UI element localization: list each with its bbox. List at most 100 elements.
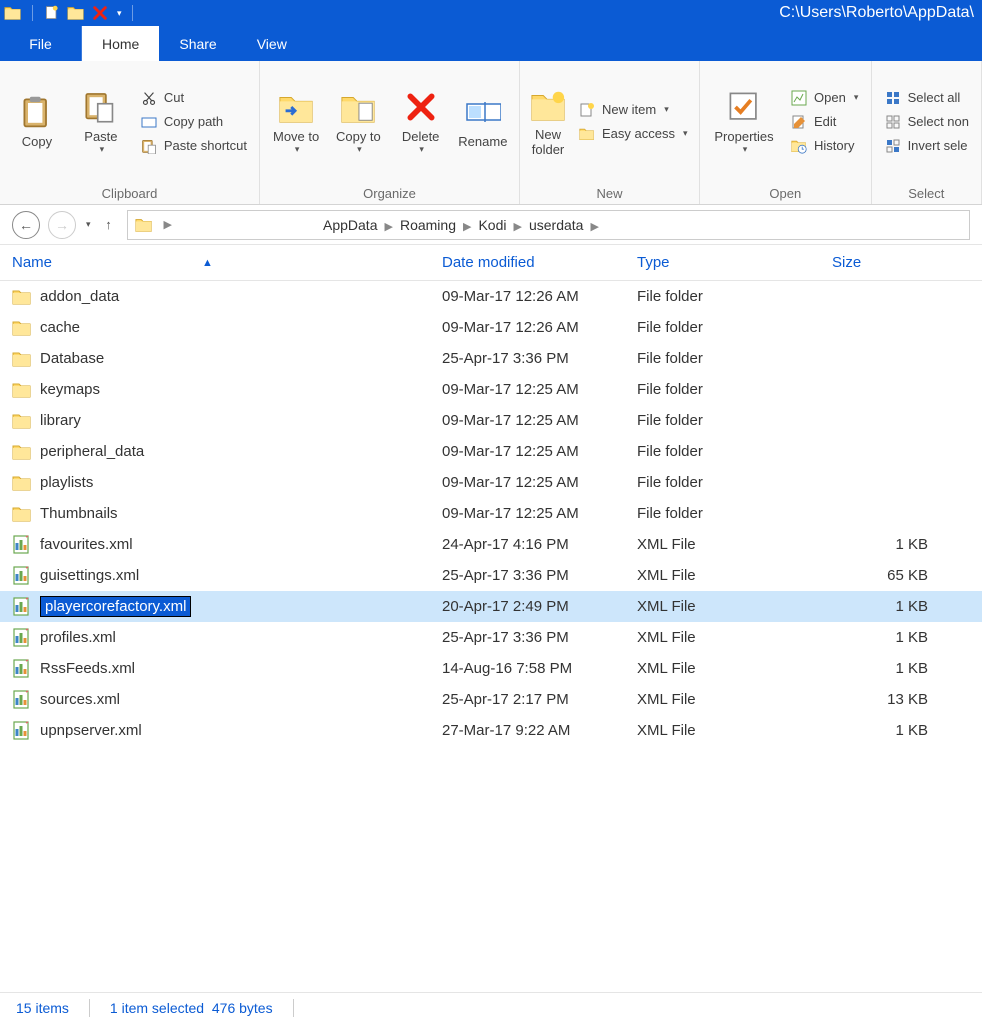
forward-button[interactable]: → — [48, 211, 76, 239]
file-row[interactable]: peripheral_data09-Mar-17 12:25 AMFile fo… — [0, 436, 982, 467]
file-type: File folder — [625, 288, 820, 305]
breadcrumb-roaming[interactable]: Roaming — [397, 217, 459, 233]
file-type: XML File — [625, 660, 820, 677]
file-name: profiles.xml — [40, 629, 116, 646]
edit-button[interactable]: Edit — [786, 111, 862, 133]
chevron-right-icon[interactable]: ▶ — [509, 221, 525, 233]
xml-file-icon — [12, 628, 32, 648]
address-bar[interactable]: ▶ AppData▶Roaming▶Kodi▶userdata▶ — [127, 210, 970, 240]
rename-icon — [465, 94, 501, 130]
file-name: library — [40, 412, 81, 429]
file-row[interactable]: RssFeeds.xml14-Aug-16 7:58 PMXML File1 K… — [0, 653, 982, 684]
easy-access-button[interactable]: Easy access▾ — [574, 123, 692, 145]
xml-file-icon — [12, 690, 32, 710]
back-button[interactable]: ← — [12, 211, 40, 239]
delete-button[interactable]: Delete▾ — [393, 85, 449, 159]
file-row[interactable]: sources.xml25-Apr-17 2:17 PMXML File13 K… — [0, 684, 982, 715]
history-dropdown-icon[interactable]: ▾ — [86, 219, 91, 230]
chevron-right-icon[interactable]: ▶ — [586, 221, 602, 233]
file-name: peripheral_data — [40, 443, 144, 460]
file-row[interactable]: upnpserver.xml27-Mar-17 9:22 AMXML File1… — [0, 715, 982, 746]
file-size: 1 KB — [820, 598, 940, 615]
qat-dropdown-icon[interactable]: ▾ — [117, 8, 122, 19]
column-header-name[interactable]: Name▲ — [0, 245, 430, 280]
copy-path-icon — [140, 113, 158, 131]
file-date: 09-Mar-17 12:25 AM — [430, 381, 625, 398]
file-row[interactable]: cache09-Mar-17 12:26 AMFile folder — [0, 312, 982, 343]
cut-button[interactable]: Cut — [136, 87, 251, 109]
folder-icon — [12, 380, 32, 400]
file-size: 1 KB — [820, 660, 940, 677]
new-item-button[interactable]: New item▾ — [574, 99, 692, 121]
paste-shortcut-icon — [140, 137, 158, 155]
file-type: XML File — [625, 722, 820, 739]
file-date: 27-Mar-17 9:22 AM — [430, 722, 625, 739]
history-button[interactable]: History — [786, 135, 862, 157]
breadcrumb-kodi[interactable]: Kodi — [475, 217, 509, 233]
open-button[interactable]: Open▾ — [786, 87, 862, 109]
file-type: XML File — [625, 629, 820, 646]
column-header-date[interactable]: Date modified — [430, 245, 625, 280]
rename-input[interactable]: playercorefactory.xml — [40, 596, 191, 617]
file-date: 09-Mar-17 12:25 AM — [430, 474, 625, 491]
tab-home[interactable]: Home — [82, 26, 159, 61]
open-icon — [790, 89, 808, 107]
xml-file-icon — [12, 721, 32, 741]
qat-folder-icon[interactable] — [4, 4, 22, 22]
copy-button[interactable]: Copy — [8, 90, 66, 153]
file-row[interactable]: playercorefactory.xml20-Apr-17 2:49 PMXM… — [0, 591, 982, 622]
file-size: 1 KB — [820, 629, 940, 646]
file-name: upnpserver.xml — [40, 722, 142, 739]
copy-label: Copy — [22, 134, 52, 149]
up-button[interactable]: ↑ — [99, 215, 119, 235]
tab-share[interactable]: Share — [159, 26, 236, 61]
window-title-path: C:\Users\Roberto\AppData\ — [137, 4, 978, 22]
file-row[interactable]: profiles.xml25-Apr-17 3:36 PMXML File1 K… — [0, 622, 982, 653]
paste-shortcut-button[interactable]: Paste shortcut — [136, 135, 251, 157]
ribbon-group-organize: Move to▾ Copy to▾ Delete▾ Rename Organiz… — [260, 61, 520, 204]
qat-folder2-icon[interactable] — [67, 4, 85, 22]
file-row[interactable]: library09-Mar-17 12:25 AMFile folder — [0, 405, 982, 436]
file-row[interactable]: addon_data09-Mar-17 12:26 AMFile folder — [0, 281, 982, 312]
delete-icon — [403, 89, 439, 125]
chevron-right-icon[interactable]: ▶ — [380, 221, 396, 233]
copy-path-button[interactable]: Copy path — [136, 111, 251, 133]
select-none-button[interactable]: Select non — [880, 111, 973, 133]
file-list[interactable]: addon_data09-Mar-17 12:26 AMFile folderc… — [0, 281, 982, 746]
paste-button[interactable]: Paste ▾ — [72, 85, 130, 159]
file-row[interactable]: favourites.xml24-Apr-17 4:16 PMXML File1… — [0, 529, 982, 560]
properties-button[interactable]: Properties▾ — [708, 85, 780, 159]
file-type: File folder — [625, 319, 820, 336]
chevron-right-icon[interactable]: ▶ — [160, 218, 176, 231]
properties-label: Properties — [714, 129, 773, 144]
rename-button[interactable]: Rename — [455, 90, 511, 153]
qat-delete-icon[interactable] — [91, 4, 109, 22]
file-date: 25-Apr-17 3:36 PM — [430, 350, 625, 367]
copy-to-button[interactable]: Copy to▾ — [330, 85, 386, 159]
tab-file[interactable]: File — [0, 26, 82, 61]
new-folder-button[interactable]: New folder — [528, 83, 568, 161]
ribbon: Copy Paste ▾ Cut Copy path Paste shortcu… — [0, 61, 982, 205]
qat-newfile-icon[interactable] — [43, 4, 61, 22]
column-header-size[interactable]: Size — [820, 245, 940, 280]
column-header-type[interactable]: Type — [625, 245, 820, 280]
move-to-button[interactable]: Move to▾ — [268, 85, 324, 159]
breadcrumb-userdata[interactable]: userdata — [526, 217, 586, 233]
file-row[interactable]: Thumbnails09-Mar-17 12:25 AMFile folder — [0, 498, 982, 529]
folder-icon — [12, 504, 32, 524]
file-name: guisettings.xml — [40, 567, 139, 584]
navigation-bar: ← → ▾ ↑ ▶ AppData▶Roaming▶Kodi▶userdata▶ — [0, 205, 982, 245]
file-row[interactable]: Database25-Apr-17 3:36 PMFile folder — [0, 343, 982, 374]
invert-selection-button[interactable]: Invert sele — [880, 135, 973, 157]
folder-icon — [12, 411, 32, 431]
new-folder-label: New folder — [530, 127, 566, 157]
tab-view[interactable]: View — [237, 26, 307, 61]
breadcrumb-appdata[interactable]: AppData — [320, 217, 380, 233]
file-row[interactable]: keymaps09-Mar-17 12:25 AMFile folder — [0, 374, 982, 405]
chevron-right-icon[interactable]: ▶ — [459, 221, 475, 233]
select-all-button[interactable]: Select all — [880, 87, 973, 109]
file-row[interactable]: playlists09-Mar-17 12:25 AMFile folder — [0, 467, 982, 498]
paste-icon — [83, 89, 119, 125]
file-row[interactable]: guisettings.xml25-Apr-17 3:36 PMXML File… — [0, 560, 982, 591]
file-type: File folder — [625, 350, 820, 367]
